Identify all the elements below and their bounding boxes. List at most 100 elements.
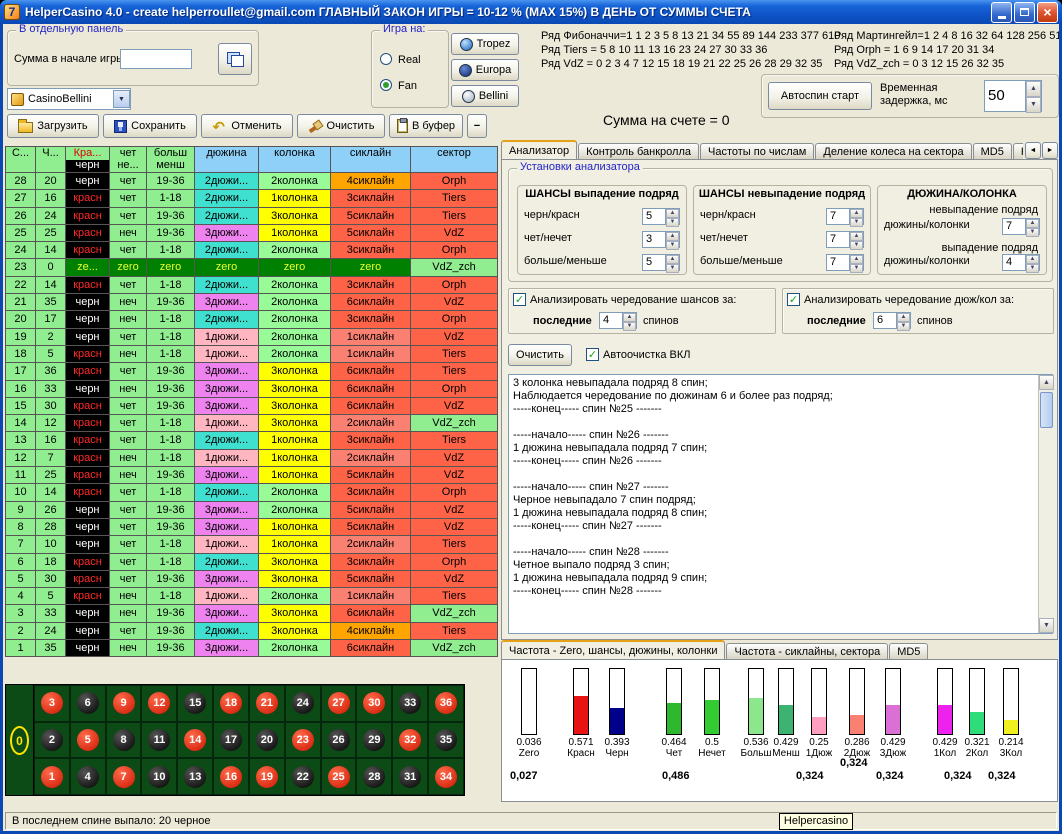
start-sum-input[interactable] (120, 49, 192, 69)
spin-arrows[interactable]: ▲▼ (849, 232, 863, 247)
board-cell-17[interactable]: 17 (213, 722, 249, 759)
spin-down-icon[interactable]: ▼ (850, 264, 863, 273)
board-cell-7[interactable]: 7 (106, 758, 142, 795)
board-cell-15[interactable]: 15 (177, 685, 213, 722)
table-row[interactable]: 45красннеч1-181дюжи...2колонка1сиклайнTi… (6, 588, 498, 605)
detach-panel-button[interactable] (218, 43, 252, 75)
autoclear-checkbox[interactable]: ✓ (586, 348, 599, 361)
spin-arrows[interactable]: ▲▼ (1025, 255, 1039, 270)
table-row[interactable]: 2017черннеч1-182дюжи...2колонка3сиклайнO… (6, 311, 498, 328)
table-row[interactable]: 224чернчет19-362дюжи...3колонка4сиклайнT… (6, 623, 498, 640)
spin-up-icon[interactable]: ▲ (850, 209, 863, 218)
table-row[interactable]: 1412краснчет1-181дюжи...3колонка2сиклайн… (6, 415, 498, 432)
board-cell-16[interactable]: 16 (213, 758, 249, 795)
board-cell-30[interactable]: 30 (356, 685, 392, 722)
spin-arrows[interactable]: ▲▼ (849, 209, 863, 224)
board-cell-3[interactable]: 3 (34, 685, 70, 722)
board-cell-1[interactable]: 1 (34, 758, 70, 795)
board-cell-29[interactable]: 29 (356, 722, 392, 759)
analyzer-spinner[interactable]: 3▲▼ (642, 231, 680, 248)
spin-down-icon[interactable]: ▼ (666, 264, 679, 273)
board-cell-9[interactable]: 9 (106, 685, 142, 722)
tab-0[interactable]: Частота - Zero, шансы, дюжины, колонки (501, 640, 725, 659)
table-row[interactable]: 1125красннеч19-363дюжи...1колонка5сиклай… (6, 467, 498, 484)
table-row[interactable]: 1736краснчет19-363дюжи...3колонка6сиклай… (6, 363, 498, 380)
spin-down-icon[interactable]: ▼ (666, 241, 679, 250)
table-header-cell[interactable]: сектор (411, 147, 498, 173)
autospin-start-button[interactable]: Автоспин старт (768, 82, 872, 110)
table-header-cell[interactable]: большменш (147, 147, 195, 173)
board-cell-35[interactable]: 35 (428, 722, 464, 759)
spin-down-icon[interactable]: ▼ (1026, 97, 1041, 113)
table-row[interactable]: 2820чернчет19-362дюжи...2колонка4сиклайн… (6, 173, 498, 190)
spin-down-icon[interactable]: ▼ (1026, 228, 1039, 237)
spin-down-icon[interactable]: ▼ (1026, 264, 1039, 273)
table-row[interactable]: 1530краснчет19-363дюжи...3колонка6сиклай… (6, 398, 498, 415)
tab-2[interactable]: Частоты по числам (700, 143, 814, 159)
spin-down-icon[interactable]: ▼ (623, 322, 636, 331)
table-row[interactable]: 333черннеч19-363дюжи...3колонка6сиклайнV… (6, 605, 498, 622)
spin-up-icon[interactable]: ▲ (850, 232, 863, 241)
tab-scroll-left-button[interactable]: ◄ (1025, 142, 1041, 159)
table-row[interactable]: 2525красннеч19-363дюжи...1колонка5сиклай… (6, 225, 498, 242)
table-row[interactable]: 2716краснчет1-182дюжи...1колонка3сиклайн… (6, 190, 498, 207)
copy-buffer-button[interactable]: В буфер (389, 114, 463, 138)
alternation-dozens-checkbox[interactable]: ✓ (787, 293, 800, 306)
table-row[interactable]: 135черннеч19-363дюжи...2колонка6сиклайнV… (6, 640, 498, 657)
delay-spinner-arrows[interactable]: ▲▼ (1025, 81, 1041, 111)
tab-scroll-right-button[interactable]: ► (1042, 142, 1058, 159)
tab-3[interactable]: Деление колеса на сектора (815, 143, 971, 159)
delay-spinner[interactable]: 50 ▲▼ (984, 80, 1042, 112)
table-header-cell[interactable]: Кра...черн (66, 147, 110, 173)
europa-button[interactable]: Europa (451, 59, 519, 81)
tab-1[interactable]: Контроль банкролла (578, 143, 699, 159)
undo-button[interactable]: Отменить (201, 114, 293, 138)
save-button[interactable]: Сохранить (103, 114, 197, 138)
analyzer-spinner[interactable]: 5▲▼ (642, 254, 680, 271)
table-header-cell[interactable]: сиклайн (331, 147, 411, 173)
spin-up-icon[interactable]: ▲ (897, 313, 910, 322)
spin-up-icon[interactable]: ▲ (1026, 255, 1039, 264)
board-cell-34[interactable]: 34 (428, 758, 464, 795)
clear-button[interactable]: Очистить (297, 114, 385, 138)
analyzer-spinner[interactable]: 5▲▼ (642, 208, 680, 225)
spin-up-icon[interactable]: ▲ (666, 255, 679, 264)
analyzer-spinner[interactable]: 7▲▼ (826, 254, 864, 271)
spin-arrows[interactable]: ▲▼ (665, 255, 679, 270)
tab-2[interactable]: MD5 (889, 643, 928, 659)
close-button[interactable]: × (1037, 2, 1058, 23)
board-cell-11[interactable]: 11 (141, 722, 177, 759)
table-row[interactable]: 127красннеч1-181дюжи...1колонка2сиклайнV… (6, 450, 498, 467)
board-cell-13[interactable]: 13 (177, 758, 213, 795)
radio-fan[interactable] (380, 79, 392, 91)
table-header-cell[interactable]: колонка (259, 147, 331, 173)
spin-arrows[interactable]: ▲▼ (665, 232, 679, 247)
spin-down-icon[interactable]: ▼ (850, 218, 863, 227)
analyzer-spinner[interactable]: 7▲▼ (826, 208, 864, 225)
minimize-button[interactable] (991, 2, 1012, 23)
table-row[interactable]: 710чернчет1-181дюжи...1колонка2сиклайнTi… (6, 536, 498, 553)
table-header-cell[interactable]: Ч... (36, 147, 66, 173)
spin-arrows[interactable]: ▲▼ (665, 209, 679, 224)
spin-down-icon[interactable]: ▼ (666, 218, 679, 227)
board-cell-18[interactable]: 18 (213, 685, 249, 722)
table-row[interactable]: 828чернчет19-363дюжи...1колонка5сиклайнV… (6, 519, 498, 536)
board-cell-23[interactable]: 23 (285, 722, 321, 759)
table-row[interactable]: 2214краснчет1-182дюжи...2колонка3сиклайн… (6, 277, 498, 294)
scrollbar-thumb[interactable] (1040, 392, 1053, 428)
log-clear-button[interactable]: Очистить (508, 344, 572, 366)
tab-5[interactable]: Ко (1013, 143, 1023, 159)
tab-4[interactable]: MD5 (973, 143, 1012, 159)
alternation-chances-checkbox[interactable]: ✓ (513, 293, 526, 306)
board-cell-19[interactable]: 19 (249, 758, 285, 795)
dozens-spins-spinner[interactable]: 6 ▲▼ (873, 312, 911, 329)
board-cell-22[interactable]: 22 (285, 758, 321, 795)
table-row[interactable]: 1014краснчет1-182дюжи...2колонка3сиклайн… (6, 484, 498, 501)
chances-spins-spinner[interactable]: 4 ▲▼ (599, 312, 637, 329)
table-row[interactable]: 1316краснчет1-182дюжи...1колонка3сиклайн… (6, 432, 498, 449)
load-button[interactable]: Загрузить (7, 114, 99, 138)
board-cell-32[interactable]: 32 (392, 722, 428, 759)
spin-up-icon[interactable]: ▲ (666, 232, 679, 241)
spin-up-icon[interactable]: ▲ (1026, 81, 1041, 97)
scroll-down-icon[interactable]: ▼ (1039, 618, 1054, 633)
